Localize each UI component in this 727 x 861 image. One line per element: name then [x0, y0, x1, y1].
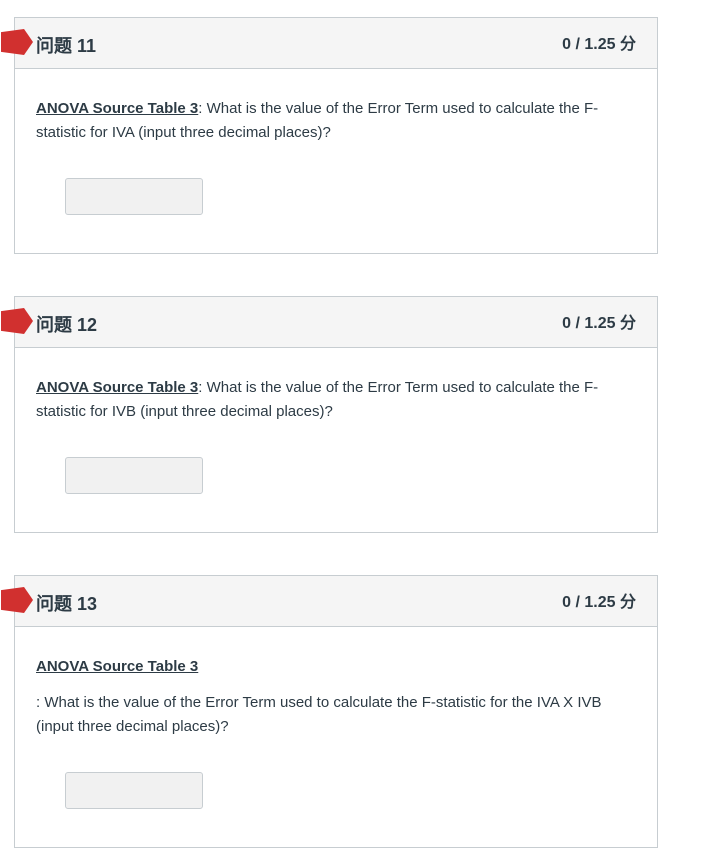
- question-points: 0 / 1.25 分: [562, 594, 636, 611]
- question-header: 问题 11 0 / 1.25 分: [1, 18, 657, 69]
- question-points: 0 / 1.25 分: [562, 36, 636, 53]
- flag-icon[interactable]: [1, 29, 33, 55]
- question-text: ANOVA Source Table 3 : What is the value…: [36, 655, 637, 739]
- question-text: ANOVA Source Table 3: What is the value …: [36, 376, 637, 424]
- question-title: 问题 13: [36, 594, 98, 614]
- source-table-link[interactable]: ANOVA Source Table 3: [36, 100, 198, 117]
- question-title: 问题 12: [36, 315, 98, 335]
- question-body: : What is the value of the Error Term us…: [36, 694, 602, 735]
- question-11: 问题 11 0 / 1.25 分 ANOVA Source Table 3: W…: [1, 17, 658, 254]
- question-text: ANOVA Source Table 3: What is the value …: [36, 97, 637, 145]
- answer-input[interactable]: [65, 178, 203, 215]
- source-table-link[interactable]: ANOVA Source Table 3: [36, 379, 198, 396]
- answer-input[interactable]: [65, 457, 203, 494]
- question-12: 问题 12 0 / 1.25 分 ANOVA Source Table 3: W…: [1, 296, 658, 533]
- question-points: 0 / 1.25 分: [562, 315, 636, 332]
- answer-input[interactable]: [65, 772, 203, 809]
- question-header: 问题 13 0 / 1.25 分: [1, 576, 657, 627]
- flag-icon[interactable]: [1, 587, 33, 613]
- question-title: 问题 11: [36, 36, 97, 56]
- flag-icon[interactable]: [1, 308, 33, 334]
- source-table-link[interactable]: ANOVA Source Table 3: [36, 658, 198, 675]
- question-13: 问题 13 0 / 1.25 分 ANOVA Source Table 3 : …: [1, 575, 658, 848]
- question-header: 问题 12 0 / 1.25 分: [1, 297, 657, 348]
